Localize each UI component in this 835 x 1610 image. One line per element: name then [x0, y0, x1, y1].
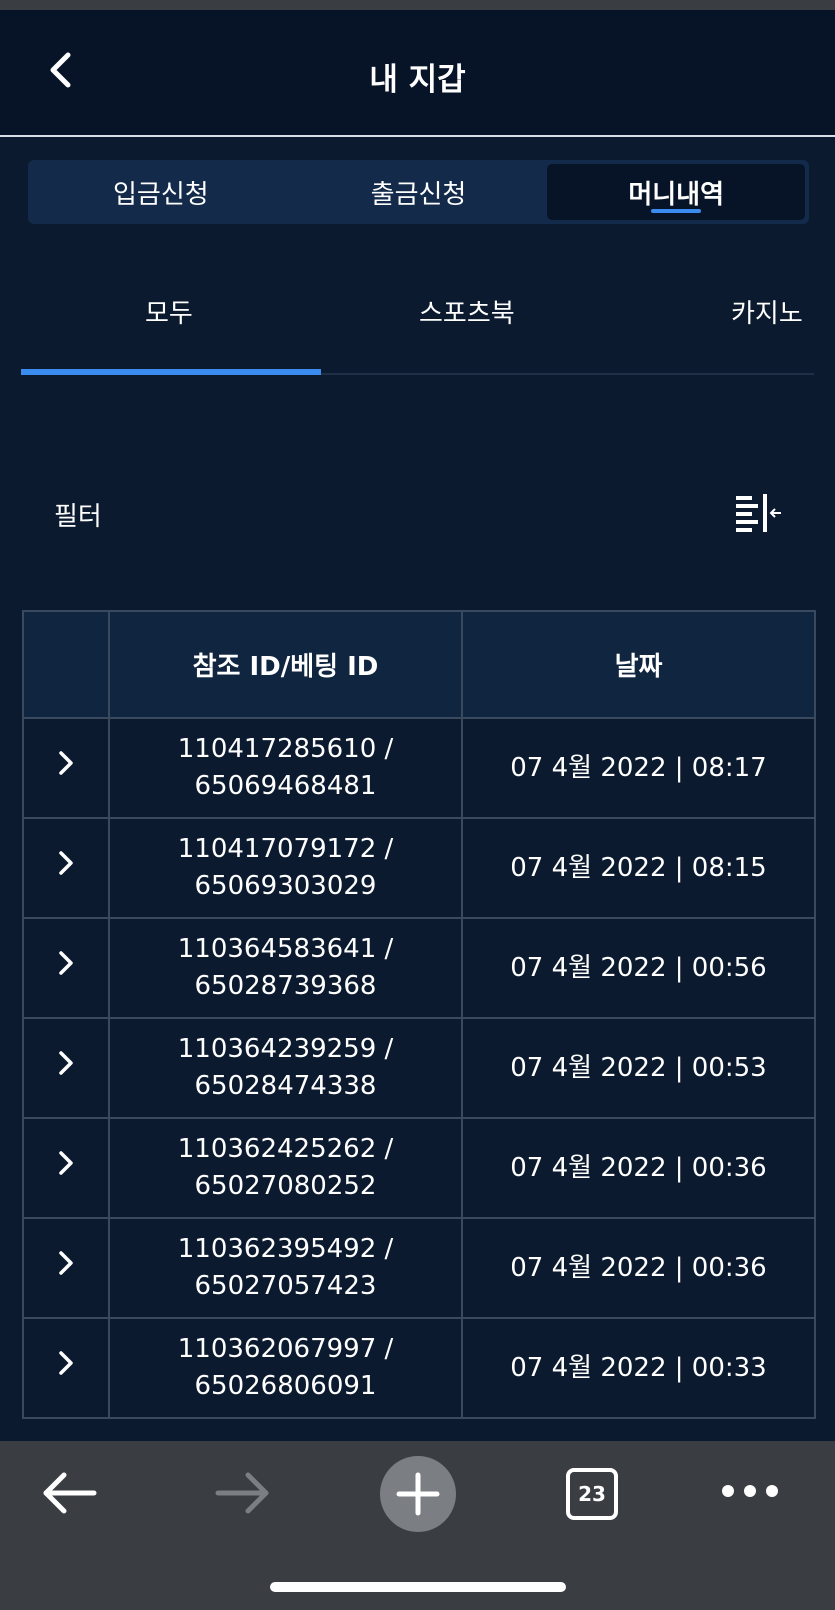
- table-row[interactable]: 110417285610 / 65069468481 07 4월 2022 | 0…: [22, 717, 816, 819]
- expand-row-button[interactable]: [22, 817, 110, 919]
- filter-panel-button[interactable]: [736, 494, 782, 532]
- plus-icon: [396, 1472, 440, 1516]
- date-cell: 07 4월 2022 | 00:53: [461, 1017, 816, 1119]
- browser-back-button[interactable]: [40, 1463, 100, 1523]
- filter-panel-icon: [736, 494, 781, 532]
- ref-id-cell: 110364583641 / 65028739368: [108, 917, 463, 1019]
- table-row[interactable]: 110417079172 / 65069303029 07 4월 2022 | 0…: [22, 817, 816, 919]
- tabs-icon[interactable]: 23: [566, 1468, 618, 1520]
- bet-id: 65027080252: [194, 1171, 377, 1201]
- chevron-right-icon: [59, 850, 73, 875]
- date-cell: 07 4월 2022 | 00:33: [461, 1317, 816, 1419]
- browser-forward-button[interactable]: [212, 1463, 272, 1523]
- date-cell: 07 4월 2022 | 00:56: [461, 917, 816, 1019]
- back-arrow-icon: [43, 1472, 97, 1514]
- chevron-right-icon: [59, 950, 73, 975]
- ref-id: 110362067997 /: [177, 1334, 394, 1364]
- segment-deposit[interactable]: 입금신청: [32, 164, 290, 220]
- app-header: 내 지갑: [0, 10, 835, 137]
- wallet-segment-control: 입금신청 출금신청 머니내역: [28, 160, 809, 224]
- category-tabs: 모두 스포츠북 카지노: [21, 275, 814, 375]
- chevron-right-icon: [59, 1250, 73, 1275]
- status-strip: [0, 0, 835, 10]
- active-tab-indicator: [21, 369, 321, 375]
- bet-id: 65028739368: [194, 971, 377, 1001]
- table-header-row: 참조 ID/베팅 ID 날짜: [22, 610, 816, 719]
- expand-row-button[interactable]: [22, 917, 110, 1019]
- chevron-right-icon: [59, 1150, 73, 1175]
- table-row[interactable]: 110364583641 / 65028739368 07 4월 2022 | 0…: [22, 917, 816, 1019]
- page-title: 내 지갑: [369, 62, 466, 98]
- ref-id: 110362395492 /: [177, 1234, 394, 1264]
- bet-id: 65069468481: [194, 771, 377, 801]
- expand-row-button[interactable]: [22, 1017, 110, 1119]
- new-tab-button[interactable]: [380, 1456, 456, 1532]
- chevron-right-icon: [59, 750, 73, 775]
- bet-id: 65026806091: [194, 1371, 377, 1401]
- chevron-right-icon: [59, 1350, 73, 1375]
- expand-row-button[interactable]: [22, 1217, 110, 1319]
- chevron-right-icon: [59, 1050, 73, 1075]
- ref-id: 110364583641 /: [177, 934, 394, 964]
- forward-arrow-icon: [215, 1472, 269, 1514]
- bet-id: 65028474338: [194, 1071, 377, 1101]
- date-cell: 07 4월 2022 | 08:17: [461, 717, 816, 819]
- ref-id-cell: 110362395492 / 65027057423: [108, 1217, 463, 1319]
- header-expand: [22, 610, 110, 719]
- table-row[interactable]: 110362425262 / 65027080252 07 4월 2022 | 0…: [22, 1117, 816, 1219]
- segment-withdraw[interactable]: 출금신청: [290, 164, 548, 220]
- date-cell: 07 4월 2022 | 00:36: [461, 1217, 816, 1319]
- expand-row-button[interactable]: [22, 1317, 110, 1419]
- date-cell: 07 4월 2022 | 00:36: [461, 1117, 816, 1219]
- segment-money-history[interactable]: 머니내역: [547, 164, 806, 220]
- table-row[interactable]: 110362067997 / 65026806091 07 4월 2022 | 0…: [22, 1317, 816, 1419]
- more-button[interactable]: [720, 1471, 780, 1511]
- ref-id-cell: 110364239259 / 65028474338: [108, 1017, 463, 1119]
- more-icon: [722, 1485, 778, 1497]
- ref-id: 110417285610 /: [177, 734, 394, 764]
- expand-row-button[interactable]: [22, 1117, 110, 1219]
- bet-id: 65069303029: [194, 871, 377, 901]
- header-ref-id: 참조 ID/베팅 ID: [108, 610, 463, 719]
- ref-id-cell: 110417285610 / 65069468481: [108, 717, 463, 819]
- tab-sportsbook[interactable]: 스포츠북: [419, 293, 515, 330]
- tab-casino[interactable]: 카지노: [731, 293, 803, 330]
- table-row[interactable]: 110364239259 / 65028474338 07 4월 2022 | 0…: [22, 1017, 816, 1119]
- ref-id-cell: 110362425262 / 65027080252: [108, 1117, 463, 1219]
- ref-id-cell: 110417079172 / 65069303029: [108, 817, 463, 919]
- ref-id: 110364239259 /: [177, 1034, 394, 1064]
- ref-id-cell: 110362067997 / 65026806091: [108, 1317, 463, 1419]
- money-history-table: 참조 ID/베팅 ID 날짜 110417285610 / 65069468481…: [22, 610, 816, 1419]
- tab-all[interactable]: 모두: [145, 293, 193, 330]
- home-indicator[interactable]: [270, 1582, 566, 1592]
- ref-id: 110417079172 /: [177, 834, 394, 864]
- ref-id: 110362425262 /: [177, 1134, 394, 1164]
- date-cell: 07 4월 2022 | 08:15: [461, 817, 816, 919]
- filter-label: 필터: [54, 502, 102, 532]
- bet-id: 65027057423: [194, 1271, 377, 1301]
- expand-row-button[interactable]: [22, 717, 110, 819]
- table-row[interactable]: 110362395492 / 65027057423 07 4월 2022 | 0…: [22, 1217, 816, 1319]
- header-date: 날짜: [461, 610, 816, 719]
